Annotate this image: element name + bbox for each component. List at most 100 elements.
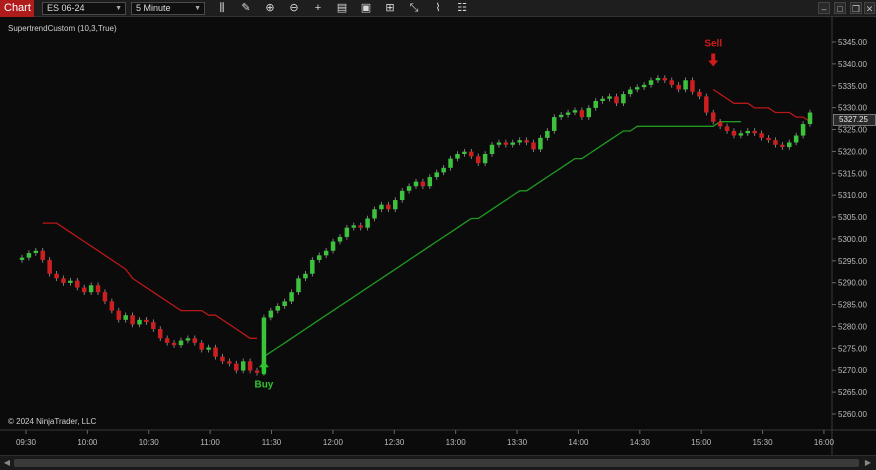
maximize-icon[interactable]: □	[834, 2, 846, 14]
candle-body	[773, 140, 778, 145]
candle-body	[386, 204, 391, 210]
instrument-value: ES 06-24	[47, 3, 85, 13]
candle-body	[137, 319, 142, 325]
sell-arrow-icon	[708, 53, 719, 67]
candle-body	[393, 200, 398, 210]
candle-body	[323, 250, 329, 256]
draw-tool-icon[interactable]: ✎	[234, 1, 258, 16]
candle-body	[275, 306, 281, 311]
candle-body	[469, 151, 474, 157]
zoom-in-icon[interactable]: ⊕	[258, 1, 282, 16]
candle-body	[372, 209, 377, 219]
supertrend-down-line-2	[712, 88, 811, 123]
candle-body	[75, 280, 80, 288]
candle-body	[648, 80, 654, 85]
candle-body	[406, 186, 412, 191]
candle-body	[95, 285, 101, 293]
x-tick-label: 16:00	[814, 438, 835, 447]
y-tick-label: 5300.00	[838, 235, 867, 244]
candle-body	[441, 167, 446, 173]
properties-icon[interactable]: ☷	[450, 1, 474, 16]
price-chart[interactable]: 5345.00 5340.00 5335.00 5330.00 5325.00 5320.…	[0, 17, 876, 455]
y-tick-label: 5270.00	[838, 366, 867, 375]
candle-body	[807, 112, 813, 125]
candle-body	[178, 340, 184, 346]
candle-body	[455, 153, 460, 159]
candle-body	[33, 250, 39, 254]
candle-body	[247, 361, 253, 371]
y-tick-label: 5340.00	[838, 60, 867, 69]
candle-body	[607, 96, 612, 99]
chevron-down-icon: ▼	[115, 5, 122, 12]
candle-body	[26, 253, 32, 258]
candle-body	[724, 126, 730, 131]
strategies-icon[interactable]: ⤡	[402, 1, 426, 16]
candle-body	[351, 225, 357, 228]
x-tick-label: 15:30	[753, 438, 774, 447]
minimize-icon[interactable]: –	[818, 2, 830, 14]
y-tick-label: 5335.00	[838, 82, 867, 91]
candle-body	[793, 135, 799, 143]
x-tick-label: 13:00	[446, 438, 467, 447]
chevron-down-icon: ▼	[194, 5, 201, 12]
candle-body	[538, 137, 543, 150]
scroll-right-icon[interactable]: ▶	[863, 458, 873, 468]
candle-body	[185, 338, 191, 341]
candle-body	[337, 236, 343, 242]
data-box-icon[interactable]: ▤	[330, 1, 354, 16]
crosshair-icon[interactable]: +	[306, 1, 330, 16]
instrument-selector[interactable]: ES 06-24 ▼	[42, 2, 126, 15]
candle-body	[600, 98, 605, 102]
candle-body	[697, 91, 702, 97]
candle-body	[365, 218, 370, 228]
chart-toolbar: Chart ES 06-24 ▼ 5 Minute ▼ ⫼ ✎ ⊕ ⊖ + ▤ …	[0, 0, 876, 17]
x-tick-label: 11:00	[200, 438, 220, 447]
y-tick-label: 5275.00	[838, 344, 867, 353]
candle-body	[766, 137, 771, 141]
candle-body	[61, 278, 66, 283]
candle-body	[655, 77, 661, 81]
candle-body	[303, 273, 308, 279]
bar-type-icon[interactable]: ⫼	[210, 1, 234, 16]
candle-body	[710, 112, 716, 122]
candle-body	[800, 124, 806, 136]
y-tick-label: 5285.00	[838, 301, 867, 310]
scroll-left-icon[interactable]: ◀	[2, 458, 12, 468]
x-tick-label: 14:00	[568, 438, 589, 447]
restore-icon[interactable]: ❐	[850, 2, 862, 14]
chart-trader-icon[interactable]: ▣	[354, 1, 378, 16]
indicators-icon[interactable]: ⌇	[426, 1, 450, 16]
zoom-out-icon[interactable]: ⊖	[282, 1, 306, 16]
candle-body	[621, 94, 626, 104]
candle-body	[704, 96, 709, 113]
candle-body	[641, 84, 647, 88]
close-icon[interactable]: ✕	[864, 2, 875, 14]
candle-body	[316, 255, 322, 260]
candle-body	[144, 319, 149, 323]
x-tick-label: 11:30	[262, 438, 282, 447]
candle-body	[717, 121, 723, 127]
candle-body	[690, 80, 695, 92]
template-icon[interactable]: ⊞	[378, 1, 402, 16]
candle-body	[171, 342, 177, 346]
candle-body	[593, 101, 598, 108]
candle-body	[531, 142, 536, 150]
scroll-thumb[interactable]	[14, 459, 859, 467]
candle-body	[787, 142, 792, 148]
buy-signal-label: Buy	[254, 379, 273, 390]
candle-body	[524, 140, 529, 143]
candle-body	[565, 112, 571, 115]
indicator-label: SupertrendCustom (10,3,True)	[8, 24, 117, 33]
horizontal-scrollbar[interactable]: ◀ ▶	[0, 455, 876, 470]
candle-body	[19, 257, 25, 260]
candle-body	[731, 130, 737, 136]
candle-body	[344, 227, 350, 237]
y-tick-label: 5325.00	[838, 126, 867, 135]
interval-selector[interactable]: 5 Minute ▼	[131, 2, 205, 15]
candle-body	[88, 285, 94, 293]
candle-body	[475, 156, 481, 164]
candle-body	[517, 140, 522, 143]
candle-body	[192, 338, 198, 343]
y-tick-label: 5295.00	[838, 257, 867, 266]
chart-tab[interactable]: Chart	[0, 0, 34, 17]
